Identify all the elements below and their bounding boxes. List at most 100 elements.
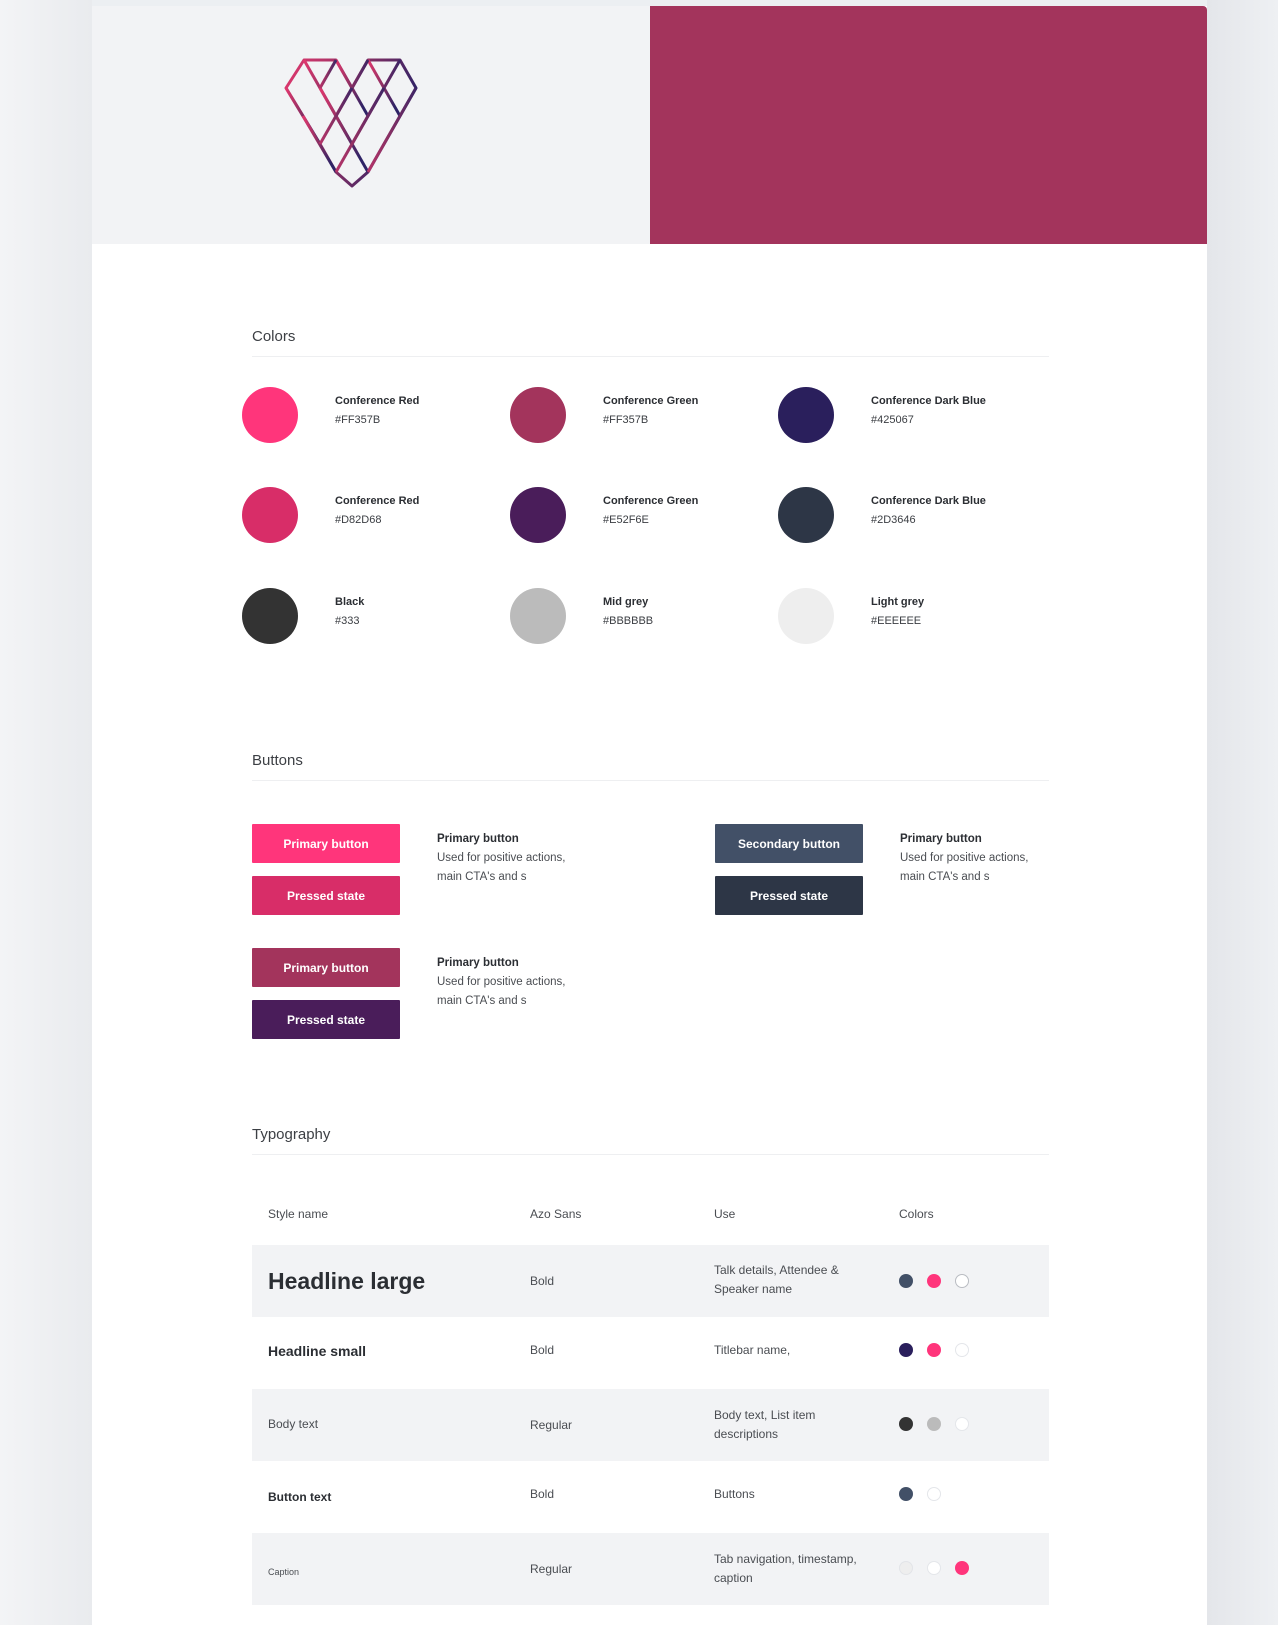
swatch-name: Conference Green (603, 495, 699, 507)
brand-color-panel (650, 6, 1207, 244)
description-line: main CTA's and s (437, 995, 527, 1007)
swatch-name: Mid grey (603, 596, 649, 608)
colors-section-title: Colors (252, 328, 296, 345)
style-sample: Caption (268, 1567, 300, 1577)
color-dot (510, 588, 566, 644)
color-dot (955, 1417, 969, 1431)
swatch-hex: #D82D68 (335, 514, 382, 526)
description-line: Used for positive actions, (900, 852, 1029, 864)
style-weight: Bold (530, 1487, 555, 1501)
style-use: Titlebar name, (714, 1341, 790, 1360)
style-use: Talk details, Attendee & Speaker name (714, 1261, 839, 1299)
color-dot (899, 1274, 913, 1288)
page-backdrop-left (0, 0, 92, 1625)
use-line: Body text, List item (714, 1408, 816, 1422)
table-row: Button text Bold Buttons (252, 1461, 1049, 1533)
color-dot (242, 588, 298, 644)
table-row: Headline large Bold Talk details, Attend… (252, 1245, 1049, 1317)
color-dot (778, 487, 834, 543)
swatch-name: Conference Dark Blue (871, 395, 986, 407)
description-line: main CTA's and s (437, 871, 527, 883)
colors-divider (252, 356, 1049, 357)
color-dot (927, 1487, 941, 1501)
primary-button-description: Primary button Used for positive actions… (437, 830, 565, 887)
style-sample: Headline small (268, 1343, 367, 1359)
style-use: Tab navigation, timestamp, caption (714, 1550, 857, 1588)
header-style-name: Style name (268, 1207, 329, 1221)
geometric-heart-logo (284, 58, 418, 188)
use-line: Tab navigation, timestamp, (714, 1552, 857, 1566)
color-dot (955, 1274, 969, 1288)
color-dot (927, 1274, 941, 1288)
swatch-hex: #E52F6E (603, 514, 649, 526)
color-dot (927, 1417, 941, 1431)
header-font: Azo Sans (530, 1207, 582, 1221)
secondary-button[interactable]: Secondary button (715, 824, 863, 863)
style-weight: Bold (530, 1343, 555, 1357)
color-dot (510, 487, 566, 543)
header-colors: Colors (899, 1207, 934, 1221)
color-dot (510, 387, 566, 443)
table-row: Caption Regular Tab navigation, timestam… (252, 1533, 1049, 1605)
style-weight: Bold (530, 1274, 555, 1288)
use-line: descriptions (714, 1427, 779, 1441)
typography-divider (252, 1154, 1049, 1155)
secondary-pressed-button[interactable]: Pressed state (715, 876, 863, 915)
description-line: Used for positive actions, (437, 852, 566, 864)
color-dot (955, 1343, 969, 1357)
use-line: Titlebar name, (714, 1343, 791, 1357)
table-row: Body text Regular Body text, List item d… (252, 1389, 1049, 1461)
swatch-name: Conference Red (335, 495, 420, 507)
primary-pressed-button[interactable]: Pressed state (252, 876, 400, 915)
style-sample: Body text (268, 1417, 319, 1431)
alt-button-description: Primary button Used for positive actions… (437, 954, 565, 1011)
style-use: Body text, List item descriptions (714, 1406, 815, 1444)
typography-section-title: Typography (252, 1126, 331, 1143)
swatch-hex: #FF357B (603, 414, 649, 426)
description-title: Primary button (437, 833, 519, 845)
color-dot (927, 1343, 941, 1357)
description-title: Primary button (900, 833, 982, 845)
swatch-name: Conference Dark Blue (871, 495, 986, 507)
hero-logo-panel (92, 6, 650, 244)
color-dot (899, 1417, 913, 1431)
description-title: Primary button (437, 957, 519, 969)
page-backdrop-right (1207, 0, 1278, 1625)
description-line: Used for positive actions, (437, 976, 566, 988)
swatch-hex: #FF357B (335, 414, 381, 426)
swatch-name: Black (335, 596, 365, 608)
style-weight: Regular (530, 1562, 573, 1576)
alt-primary-button[interactable]: Primary button (252, 948, 400, 987)
swatch-name: Light grey (871, 596, 925, 608)
swatch-name: Conference Green (603, 395, 699, 407)
color-dot (927, 1561, 941, 1575)
color-dot (955, 1561, 969, 1575)
color-dot (899, 1561, 913, 1575)
swatch-name: Conference Red (335, 395, 420, 407)
swatch-hex: #2D3646 (871, 514, 916, 526)
style-sample: Button text (268, 1490, 332, 1504)
style-use: Buttons (714, 1485, 755, 1504)
description-line: main CTA's and s (900, 871, 990, 883)
color-dot (242, 387, 298, 443)
styleguide-card: Colors Conference Red #FF357B Conference… (92, 6, 1207, 1625)
buttons-divider (252, 780, 1049, 781)
swatch-hex: #333 (335, 615, 360, 627)
color-dot (899, 1487, 913, 1501)
color-dot (242, 487, 298, 543)
swatch-hex: #425067 (871, 414, 914, 426)
color-dot (778, 387, 834, 443)
primary-button[interactable]: Primary button (252, 824, 400, 863)
buttons-section-title: Buttons (252, 752, 303, 769)
style-sample: Headline large (268, 1268, 426, 1294)
color-dot (899, 1343, 913, 1357)
alt-pressed-button[interactable]: Pressed state (252, 1000, 400, 1039)
swatch-hex: #BBBBBB (603, 615, 654, 627)
color-dot (778, 588, 834, 644)
table-row: Headline small Bold Titlebar name, (252, 1317, 1049, 1389)
use-line: caption (714, 1571, 753, 1585)
header-use: Use (714, 1207, 736, 1221)
secondary-button-description: Primary button Used for positive actions… (900, 830, 1028, 887)
swatch-hex: #EEEEEE (871, 615, 922, 627)
style-weight: Regular (530, 1418, 573, 1432)
